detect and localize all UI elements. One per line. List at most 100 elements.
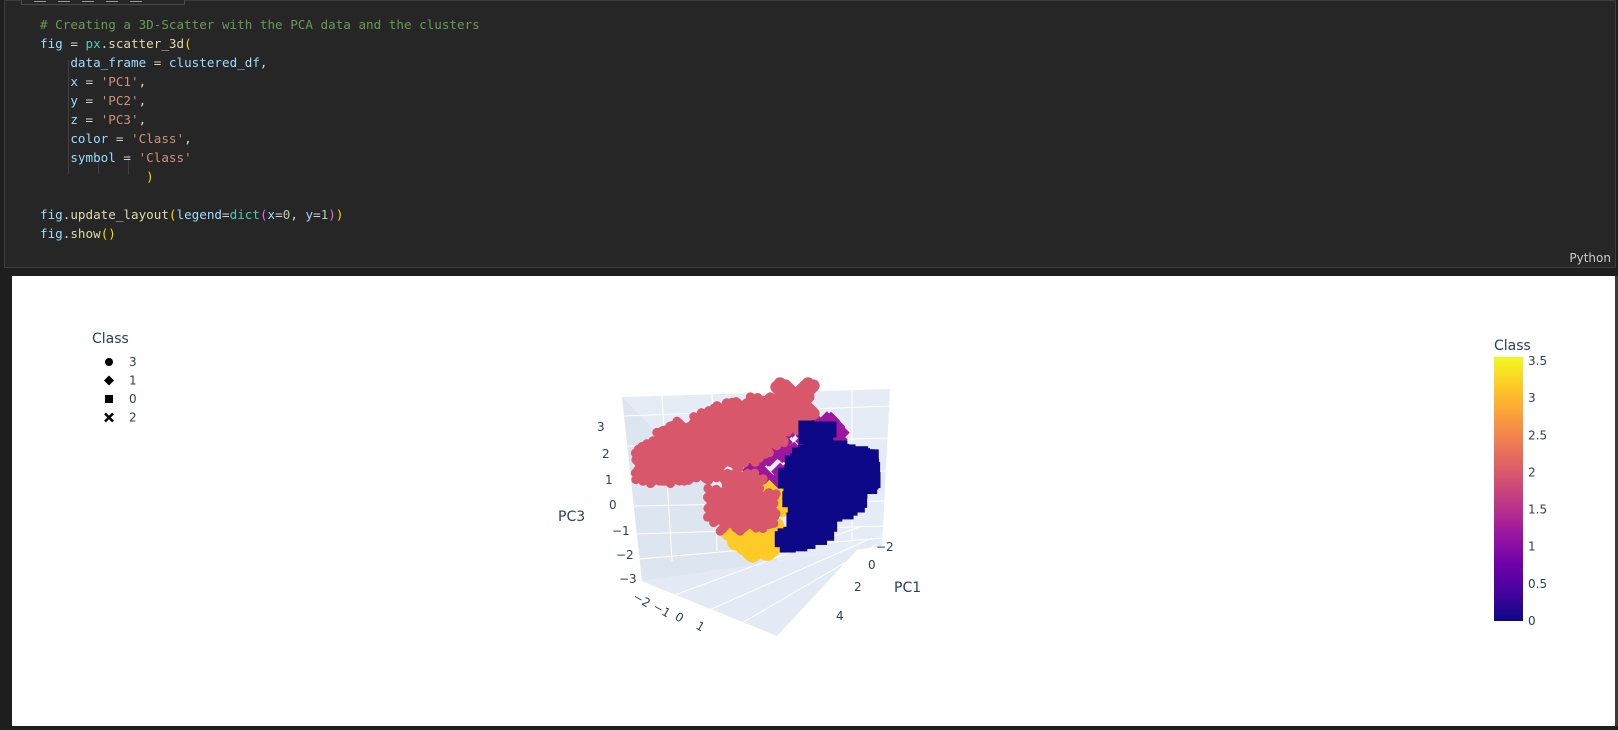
z-tick-label: −1: [612, 524, 630, 538]
code-token: (: [259, 207, 268, 222]
plotly-figure[interactable]: Class 3 1 0 2 3210−1−2−3−2024−2−1 01 PC3 PC…: [12, 276, 1615, 726]
y-tick-label: 0: [673, 609, 687, 625]
data-point[interactable]: [827, 461, 844, 478]
series-2-points[interactable]: [770, 377, 820, 432]
more-actions-button[interactable]: [130, 0, 142, 2]
code-token: ): [335, 207, 344, 222]
data-point[interactable]: [785, 456, 802, 473]
code-token: x: [70, 74, 78, 89]
diamond-symbol-icon: [104, 375, 114, 386]
code-token: (: [168, 207, 177, 222]
cell-toolbar: [21, 0, 185, 5]
code-token: # Creating a 3D-Scatter with the PCA dat…: [40, 17, 480, 32]
circle-symbol-icon: [105, 358, 113, 366]
code-token: =: [222, 207, 230, 222]
colorbar-scale: [1494, 357, 1523, 621]
code-line[interactable]: fig = px.scatter_3d(: [40, 34, 480, 53]
code-token: ,: [184, 131, 192, 146]
y-tick-label: −1: [651, 599, 673, 620]
code-token: ,: [290, 207, 306, 222]
z-tick-label: −3: [619, 572, 637, 586]
plot-output[interactable]: Class 3 1 0 2 3 2 1 0 −1 −2 −3 −2 0 2 4 −2 …: [12, 276, 1615, 726]
code-token: y: [305, 207, 314, 222]
data-point[interactable]: [851, 491, 868, 508]
data-point[interactable]: [809, 468, 826, 485]
z-tick-label: 0: [609, 498, 617, 512]
code-line[interactable]: fig.update_layout(legend=dict(x=0, y=1)): [40, 205, 480, 224]
legend-item[interactable]: 1: [104, 374, 137, 388]
colorbar-tick-label: 0.5: [1528, 577, 1547, 591]
code-token: =: [313, 207, 321, 222]
code-token: legend: [176, 207, 223, 222]
colorbar-tick-label: 2.5: [1528, 428, 1547, 442]
legend-item[interactable]: 0: [105, 392, 137, 406]
code-token: z: [70, 112, 78, 127]
legend-item-label: 1: [129, 374, 137, 388]
split-cell-button[interactable]: [106, 0, 118, 2]
data-point[interactable]: [794, 525, 811, 542]
data-point[interactable]: [811, 528, 828, 545]
legend[interactable]: Class 3 1 0 2: [92, 331, 137, 425]
code-token: y: [70, 93, 78, 108]
run-cell-button[interactable]: [34, 0, 46, 2]
code-line[interactable]: [40, 186, 480, 205]
run-above-button[interactable]: [58, 0, 70, 2]
code-token: ): [328, 207, 336, 222]
code-token: =: [115, 150, 139, 165]
data-point[interactable]: [757, 539, 776, 558]
code-editor[interactable]: # Creating a 3D-Scatter with the PCA dat…: [40, 15, 480, 243]
code-token: color: [70, 131, 109, 146]
code-line[interactable]: ): [40, 167, 480, 186]
run-below-button[interactable]: [82, 0, 94, 2]
code-line[interactable]: fig.show(): [40, 224, 480, 243]
colorbar-tick-label: 3.5: [1528, 354, 1547, 368]
code-token: =: [108, 131, 132, 146]
legend-item[interactable]: 3: [105, 355, 137, 369]
code-token: =: [77, 93, 101, 108]
data-point[interactable]: [782, 491, 799, 508]
code-line[interactable]: symbol = 'Class': [40, 148, 480, 167]
code-token: (): [100, 226, 116, 241]
colorbar-title: Class: [1494, 338, 1531, 354]
data-point[interactable]: [817, 424, 834, 441]
data-point[interactable]: [803, 422, 820, 439]
code-token: =: [146, 55, 169, 70]
code-token: fig: [40, 36, 63, 51]
code-line[interactable]: # Creating a 3D-Scatter with the PCA dat…: [40, 15, 480, 34]
colorbar-tick-label: 3: [1528, 391, 1536, 405]
z-axis-title: PC3: [558, 509, 585, 525]
code-token: dict: [229, 207, 260, 222]
code-token: 'Class': [131, 131, 185, 146]
code-token: =: [77, 74, 101, 89]
cell-language-label[interactable]: Python: [1569, 251, 1611, 265]
code-line[interactable]: y = 'PC2',: [40, 91, 480, 110]
scene-3d[interactable]: 3210−1−2−3−2024−2−1 01 PC3 PC1: [558, 377, 921, 636]
legend-item-label: 0: [129, 392, 137, 406]
code-line[interactable]: z = 'PC3',: [40, 110, 480, 129]
code-line[interactable]: data_frame = clustered_df,: [40, 53, 480, 72]
code-line[interactable]: color = 'Class',: [40, 129, 480, 148]
x-tick-label: 2: [854, 580, 862, 594]
colorbar-tick-label: 1.5: [1528, 503, 1547, 517]
legend-item-label: 3: [129, 355, 137, 369]
code-token: ,: [138, 112, 147, 127]
legend-item[interactable]: 2: [104, 411, 137, 425]
code-token: update_layout: [70, 207, 169, 222]
code-cell[interactable]: # Creating a 3D-Scatter with the PCA dat…: [4, 0, 1616, 268]
code-token: 'PC1': [100, 74, 139, 89]
code-line[interactable]: x = 'PC1',: [40, 72, 480, 91]
code-token: ,: [259, 55, 268, 70]
data-point[interactable]: [851, 464, 868, 481]
z-tick-label: −2: [616, 548, 634, 562]
legend-item-label: 2: [129, 411, 137, 425]
x-axis-title: PC1: [894, 580, 921, 596]
x-symbol-icon: [104, 412, 114, 423]
code-token: 'PC3': [100, 112, 139, 127]
z-tick-label: 1: [605, 473, 613, 487]
